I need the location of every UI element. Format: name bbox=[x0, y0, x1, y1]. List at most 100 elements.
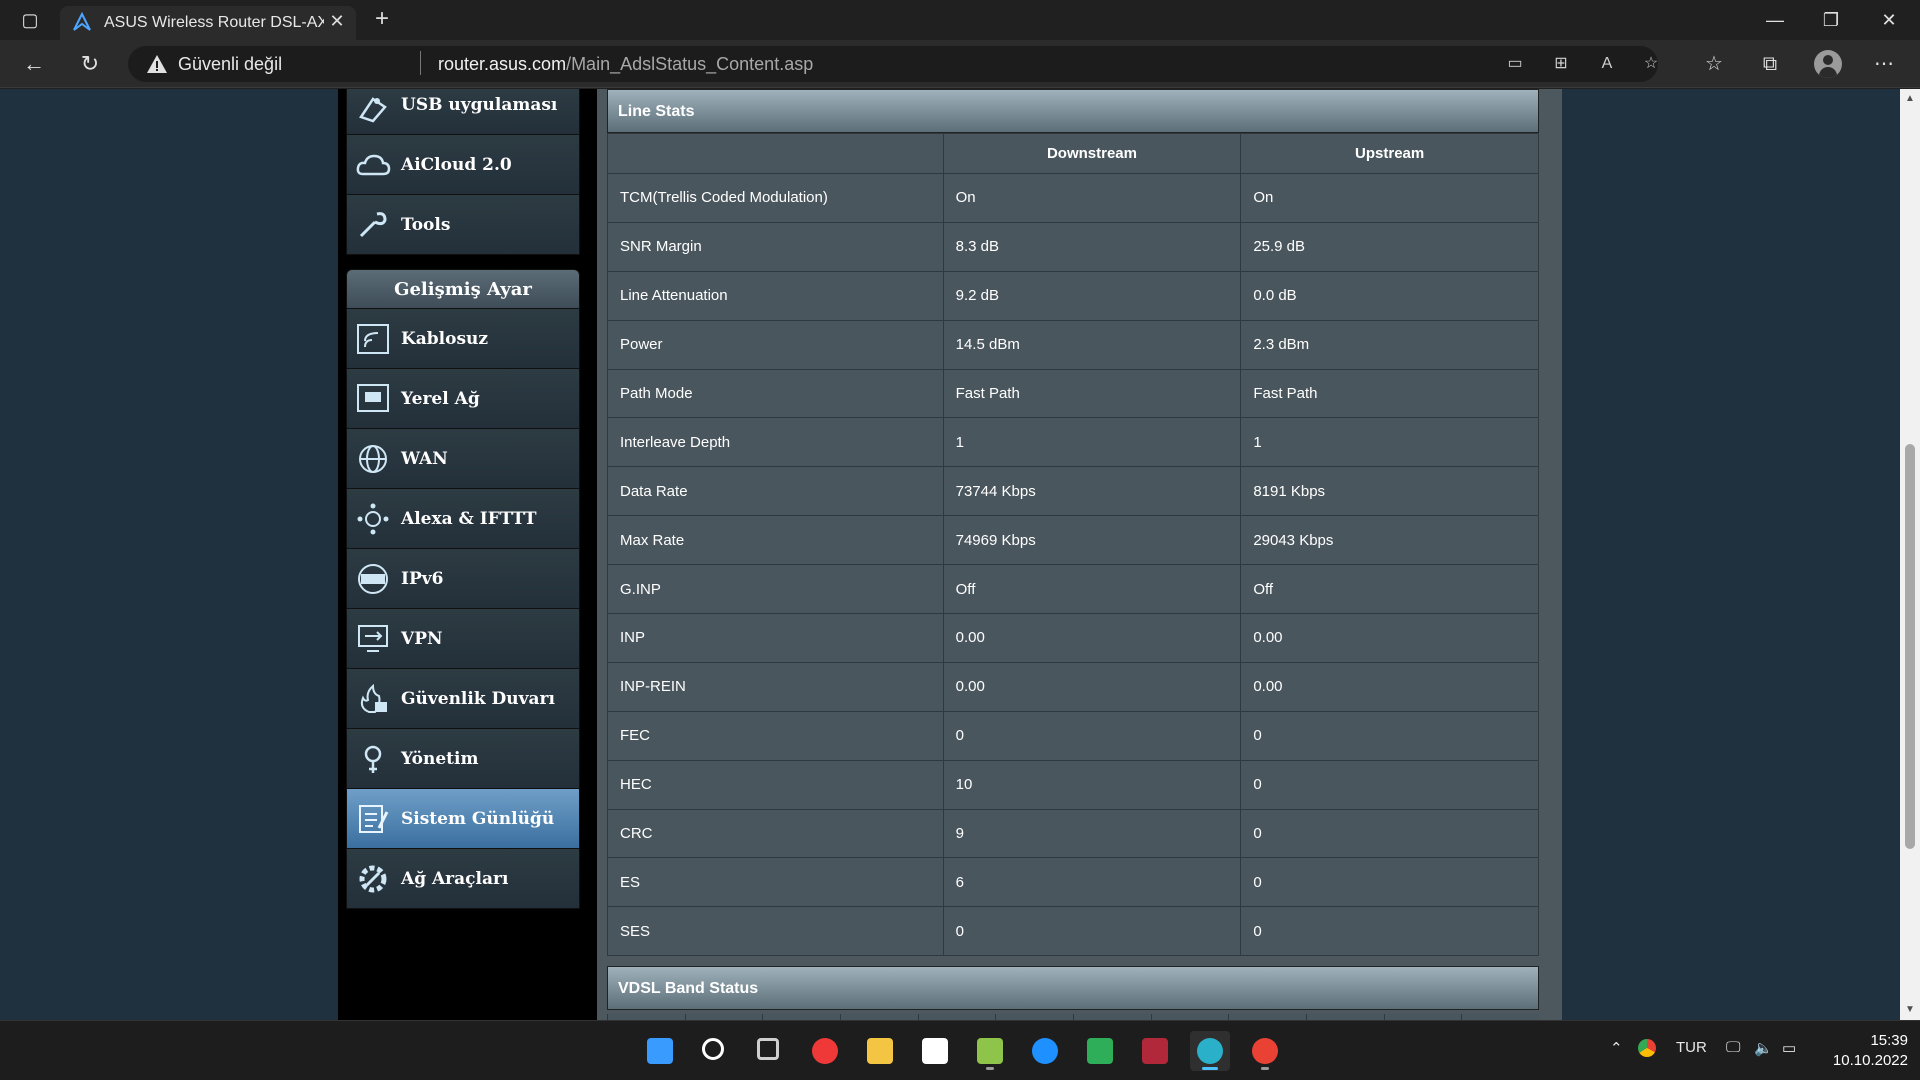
content-panel: Line Stats Downstream Upstream TCM(Trell… bbox=[597, 89, 1562, 1020]
new-tab-button[interactable]: + bbox=[368, 6, 396, 34]
scroll-up-icon[interactable]: ▲ bbox=[1904, 93, 1916, 105]
downstream-value: 6 bbox=[942, 857, 1242, 908]
menu-item-alexa[interactable]: Alexa & IFTTT bbox=[346, 489, 580, 549]
url-text[interactable]: router.asus.com/Main_AdslStatus_Content.… bbox=[438, 54, 813, 75]
stat-label: CRC bbox=[607, 808, 944, 859]
chrome-icon[interactable] bbox=[1245, 1031, 1285, 1071]
notepad-icon[interactable] bbox=[970, 1031, 1010, 1071]
page-viewport: USB uygulaması AiCloud 2.0 Tools Gelişmi… bbox=[0, 89, 1900, 1020]
more-menu-icon[interactable]: ⋯ bbox=[1866, 48, 1902, 80]
collections-icon[interactable]: ⧉ bbox=[1752, 48, 1788, 80]
file-explorer-icon[interactable] bbox=[860, 1031, 900, 1071]
upstream-value: 0.00 bbox=[1240, 613, 1539, 663]
table-row: CRC 9 0 bbox=[607, 808, 1539, 859]
profile-avatar[interactable] bbox=[1814, 50, 1842, 78]
running-indicator bbox=[986, 1067, 994, 1070]
tab-actions-icon[interactable]: ▢ bbox=[16, 8, 44, 32]
clock-time: 15:39 bbox=[1870, 1032, 1908, 1049]
upstream-value: 0 bbox=[1240, 906, 1539, 957]
volume-icon[interactable]: 🔈 bbox=[1754, 1039, 1773, 1057]
audio-app-icon[interactable] bbox=[1135, 1031, 1175, 1071]
edge-icon-glyph bbox=[1197, 1038, 1223, 1064]
edge-icon[interactable] bbox=[1190, 1031, 1230, 1071]
minimize-button[interactable]: — bbox=[1752, 4, 1798, 36]
back-button[interactable]: ← bbox=[16, 48, 52, 80]
menu-label: AiCloud 2.0 bbox=[401, 155, 512, 175]
battery-icon[interactable]: ▭ bbox=[1782, 1039, 1796, 1057]
stat-label: Path Mode bbox=[607, 368, 944, 419]
url-host: router.asus.com bbox=[438, 54, 567, 74]
menu-item-ipv6[interactable]: IPv6 bbox=[346, 549, 580, 609]
stat-label: Power bbox=[607, 319, 944, 370]
add-favorite-icon[interactable]: ☆ bbox=[1638, 52, 1664, 76]
task-view-icon[interactable] bbox=[750, 1031, 790, 1071]
refresh-button[interactable]: ↻ bbox=[72, 48, 108, 80]
search-icon-glyph bbox=[702, 1038, 724, 1060]
scrollbar-thumb[interactable] bbox=[1905, 444, 1915, 849]
upstream-value: 8191 Kbps bbox=[1240, 466, 1539, 517]
menu-item-tools[interactable]: Tools bbox=[346, 195, 580, 255]
close-tab-icon[interactable]: ✕ bbox=[326, 10, 348, 32]
language-indicator[interactable]: TUR bbox=[1676, 1039, 1707, 1056]
menu-item-wan[interactable]: WAN bbox=[346, 429, 580, 489]
menu-item-vpn[interactable]: VPN bbox=[346, 609, 580, 669]
menu-item-network-tools[interactable]: Ağ Araçları bbox=[346, 849, 580, 909]
table-row: Power 14.5 dBm 2.3 dBm bbox=[607, 319, 1539, 370]
line-stats-table: Downstream Upstream TCM(Trellis Coded Mo… bbox=[607, 133, 1539, 957]
scroll-down-icon[interactable]: ▼ bbox=[1904, 1004, 1916, 1016]
downstream-value: 9 bbox=[942, 808, 1242, 859]
close-window-button[interactable]: ✕ bbox=[1866, 4, 1912, 36]
line-stats-body: TCM(Trellis Coded Modulation) On On SNR Mar… bbox=[607, 173, 1539, 957]
search-icon[interactable] bbox=[695, 1031, 735, 1071]
upstream-value: Fast Path bbox=[1240, 368, 1539, 419]
device-icon[interactable]: ▭ bbox=[1502, 52, 1528, 76]
upstream-value: 0.00 bbox=[1240, 661, 1539, 712]
upstream-value: 1 bbox=[1240, 417, 1539, 468]
menu-item-lan[interactable]: Yerel Ağ bbox=[346, 369, 580, 429]
start-icon-glyph bbox=[647, 1038, 673, 1064]
security-label[interactable]: Güvenli değil bbox=[178, 54, 282, 75]
menu-item-aicloud[interactable]: AiCloud 2.0 bbox=[346, 135, 580, 195]
menu-label: Tools bbox=[401, 215, 451, 235]
audio-app-icon-glyph bbox=[1142, 1038, 1168, 1064]
stat-label: G.INP bbox=[607, 564, 944, 615]
browser-tab[interactable]: ASUS Wireless Router DSL-AX82U - Line St… bbox=[60, 6, 356, 40]
vivaldi-icon[interactable] bbox=[805, 1031, 845, 1071]
task-view-icon-glyph bbox=[757, 1038, 779, 1060]
menu-item-administration[interactable]: Yönetim bbox=[346, 729, 580, 789]
reader-icon-glyph bbox=[1087, 1038, 1113, 1064]
start-icon[interactable] bbox=[640, 1031, 680, 1071]
read-aloud-icon[interactable]: A bbox=[1594, 52, 1620, 76]
address-bar[interactable]: Güvenli değil router.asus.com/Main_AdslS… bbox=[128, 46, 1658, 82]
menu-item-usb[interactable]: USB uygulaması bbox=[346, 89, 580, 135]
reader-icon[interactable] bbox=[1080, 1031, 1120, 1071]
menu-item-wireless[interactable]: Kablosuz bbox=[346, 309, 580, 369]
stat-label: SES bbox=[607, 906, 944, 957]
chevron-up-icon[interactable]: ⌃ bbox=[1610, 1039, 1623, 1057]
table-row: INP-REIN 0.00 0.00 bbox=[607, 661, 1539, 712]
menu-label: Yerel Ağ bbox=[401, 389, 480, 409]
chrome-tray-icon[interactable] bbox=[1638, 1039, 1656, 1057]
upstream-value: Off bbox=[1240, 564, 1539, 615]
ipv6-icon bbox=[358, 564, 388, 594]
upstream-value: On bbox=[1240, 173, 1539, 223]
menu-item-firewall[interactable]: Güvenlik Duvarı bbox=[346, 669, 580, 729]
restore-button[interactable]: ❐ bbox=[1808, 4, 1854, 36]
system-log-icon bbox=[359, 805, 389, 833]
network-icon[interactable]: 🖵 bbox=[1726, 1039, 1740, 1056]
taskbar-clock[interactable]: 15:39 10.10.2022 bbox=[1818, 1031, 1908, 1071]
safari-icon[interactable] bbox=[1025, 1031, 1065, 1071]
menu-label: Sistem Günlüğü bbox=[401, 809, 555, 829]
page-scrollbar[interactable]: ▲ ▼ bbox=[1900, 89, 1920, 1020]
lan-icon bbox=[357, 384, 389, 412]
upstream-value: 25.9 dB bbox=[1240, 221, 1539, 272]
network-tools-icon bbox=[359, 865, 387, 893]
favorites-icon[interactable]: ☆ bbox=[1696, 48, 1732, 80]
downstream-value: On bbox=[942, 173, 1242, 223]
asus-favicon-icon bbox=[73, 12, 91, 31]
apps-icon[interactable]: ⊞ bbox=[1548, 52, 1574, 76]
table-header-label bbox=[607, 133, 944, 174]
menu-item-system-log[interactable]: Sistem Günlüğü bbox=[346, 789, 580, 849]
store-icon[interactable] bbox=[915, 1031, 955, 1071]
downstream-value: 0 bbox=[942, 906, 1242, 957]
